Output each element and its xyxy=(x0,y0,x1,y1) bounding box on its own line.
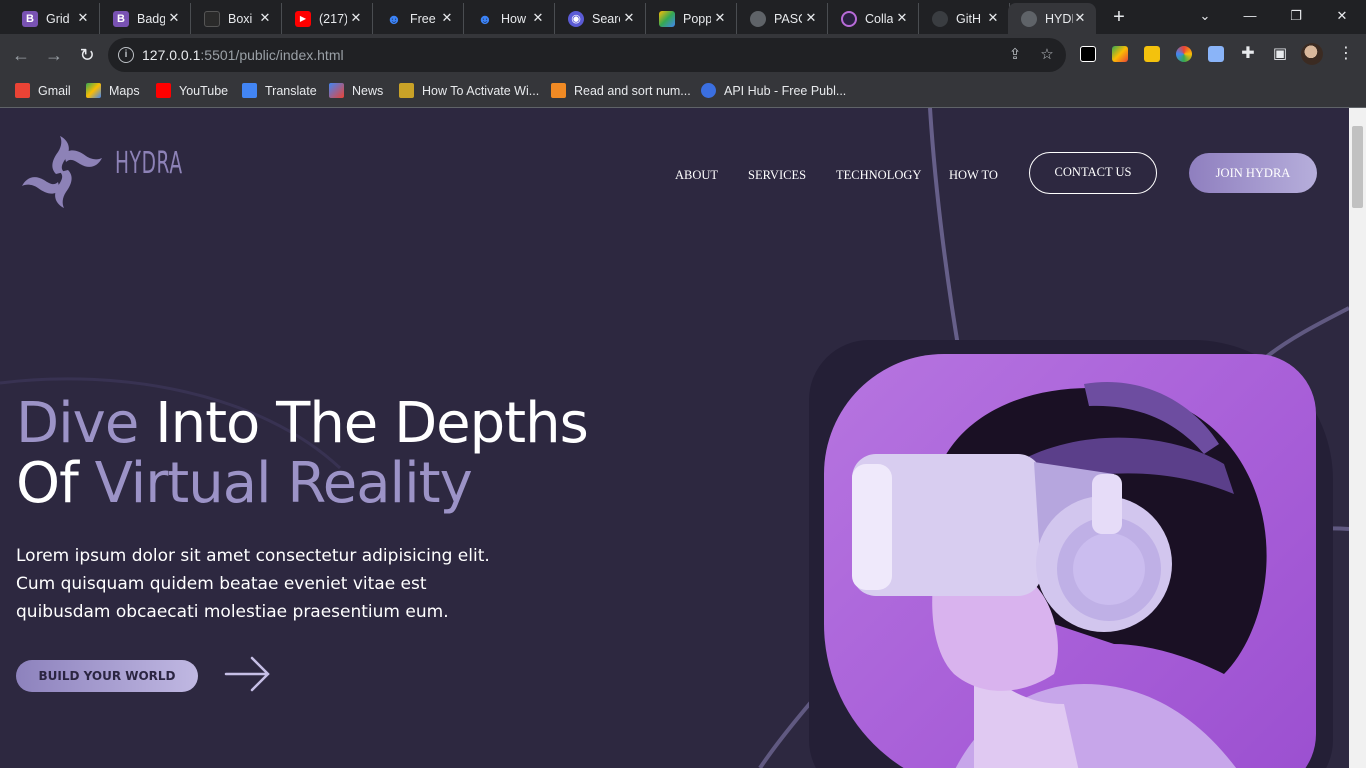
site-info-icon[interactable]: i xyxy=(118,47,134,63)
extension-icon[interactable] xyxy=(1144,46,1160,62)
close-tab-icon[interactable]: ✕ xyxy=(439,10,455,26)
bookmark-maps[interactable]: Maps xyxy=(86,83,140,98)
logo-text[interactable]: HYDRA xyxy=(115,146,183,181)
new-tab-button[interactable]: + xyxy=(1108,6,1130,28)
minimize-button[interactable]: — xyxy=(1240,6,1260,26)
browser-tab[interactable]: Boxi ✕ xyxy=(191,3,282,34)
forward-icon[interactable]: → xyxy=(43,44,65,66)
browser-toolbar: ← → ↻ i 127.0.0.1:5501/public/index.html… xyxy=(0,34,1366,76)
close-tab-icon[interactable]: ✕ xyxy=(348,10,364,26)
menu-kebab-icon[interactable]: ⋮ xyxy=(1336,44,1356,64)
bookmark-star-icon[interactable]: ☆ xyxy=(1038,46,1056,64)
skull-icon: ☻ xyxy=(477,10,493,27)
bookmark-news[interactable]: News xyxy=(329,83,383,98)
browser-tab[interactable]: B Badg ✕ xyxy=(100,3,191,34)
browser-tab[interactable]: Colla ✕ xyxy=(828,3,919,34)
bookmark-youtube[interactable]: YouTube xyxy=(156,83,228,98)
profile-avatar[interactable] xyxy=(1301,43,1323,65)
browser-tab[interactable]: ☻ Free ✕ xyxy=(373,3,464,34)
api-hub-icon xyxy=(701,83,716,98)
close-tab-icon[interactable]: ✕ xyxy=(1072,10,1088,26)
browser-tab[interactable]: PASC ✕ xyxy=(737,3,828,34)
close-tab-icon[interactable]: ✕ xyxy=(257,10,273,26)
bookmark-item[interactable]: Read and sort num... xyxy=(551,83,691,98)
bookmark-translate[interactable]: Translate xyxy=(242,83,317,98)
skull-icon: ☻ xyxy=(386,10,402,27)
youtube-icon: ▶ xyxy=(295,10,311,27)
browser-tab[interactable]: ◉ Searc ✕ xyxy=(555,3,646,34)
hero-description: Lorem ipsum dolor sit amet consectetur a… xyxy=(16,546,490,622)
google-drive-icon xyxy=(659,10,675,27)
page-icon xyxy=(399,83,414,98)
restore-button[interactable]: ❐ xyxy=(1286,6,1306,26)
globe-icon xyxy=(750,10,766,27)
extension-icon[interactable] xyxy=(1080,46,1096,62)
extensions-puzzle-icon[interactable]: ✚ xyxy=(1237,43,1259,65)
scrollbar-thumb[interactable] xyxy=(1352,126,1363,208)
vr-illustration xyxy=(852,382,1267,768)
close-tab-icon[interactable]: ✕ xyxy=(985,10,1001,26)
bookmarks-bar: Gmail Maps YouTube Translate News How To… xyxy=(0,76,1366,108)
browser-tab[interactable]: GitH ✕ xyxy=(919,3,1010,34)
news-icon xyxy=(329,83,344,98)
bootstrap-icon: B xyxy=(113,10,129,27)
page-scrollbar[interactable] xyxy=(1349,108,1366,768)
hero-title: Dive Into The Depths Of Virtual Reality xyxy=(16,391,589,516)
vr-headset-person-image xyxy=(824,354,1316,768)
nav-about[interactable]: ABOUT xyxy=(675,168,718,183)
globe-icon xyxy=(1021,10,1037,27)
codepen-icon xyxy=(204,10,220,27)
page-viewport: HYDRA ABOUT SERVICES TECHNOLOGY HOW TO C… xyxy=(0,108,1349,768)
maps-icon xyxy=(86,83,101,98)
search-app-icon: ◉ xyxy=(568,10,584,27)
close-window-button[interactable]: ✕ xyxy=(1332,6,1352,26)
gmail-icon xyxy=(15,83,30,98)
close-tab-icon[interactable]: ✕ xyxy=(803,10,819,26)
translate-icon xyxy=(242,83,257,98)
close-tab-icon[interactable]: ✕ xyxy=(166,10,182,26)
close-tab-icon[interactable]: ✕ xyxy=(712,10,728,26)
nav-how-to[interactable]: HOW TO xyxy=(949,168,998,183)
contact-us-button[interactable]: CONTACT US xyxy=(1029,152,1157,194)
browser-tab[interactable]: B Grid ✕ xyxy=(9,3,100,34)
arrow-right-icon[interactable] xyxy=(224,654,272,694)
bookmark-gmail[interactable]: Gmail xyxy=(15,83,71,98)
reload-icon[interactable]: ↻ xyxy=(76,44,98,66)
browser-tab[interactable]: Popp ✕ xyxy=(646,3,737,34)
collab-icon xyxy=(841,10,857,27)
join-hydra-button[interactable]: JOIN HYDRA xyxy=(1189,153,1317,193)
side-panel-icon[interactable]: ▣ xyxy=(1269,43,1291,65)
tab-strip: B Grid ✕ B Badg ✕ Boxi ✕ ▶ (217) ✕ ☻ Fre… xyxy=(0,0,1366,34)
extension-icon[interactable] xyxy=(1112,46,1128,62)
browser-tab-active[interactable]: HYDI ✕ xyxy=(1008,3,1096,34)
close-tab-icon[interactable]: ✕ xyxy=(75,10,91,26)
back-icon[interactable]: ← xyxy=(10,44,32,66)
browser-tab[interactable]: ▶ (217) ✕ xyxy=(282,3,373,34)
build-your-world-button[interactable]: BUILD YOUR WORLD xyxy=(16,660,198,692)
share-icon[interactable]: ⇪ xyxy=(1006,46,1024,64)
nav-technology[interactable]: TECHNOLOGY xyxy=(836,168,921,183)
bootstrap-icon: B xyxy=(22,10,38,27)
close-tab-icon[interactable]: ✕ xyxy=(621,10,637,26)
url-text[interactable]: 127.0.0.1:5501/public/index.html xyxy=(142,47,344,63)
extension-icon[interactable] xyxy=(1176,46,1192,62)
bookmark-item[interactable]: API Hub - Free Publ... xyxy=(701,83,846,98)
browser-tab[interactable]: ☻ How ✕ xyxy=(464,3,555,34)
page-icon xyxy=(551,83,566,98)
bookmark-item[interactable]: How To Activate Wi... xyxy=(399,83,539,98)
tab-search-icon[interactable]: ⌄ xyxy=(1195,6,1215,26)
nav-services[interactable]: SERVICES xyxy=(748,168,806,183)
address-bar[interactable]: i 127.0.0.1:5501/public/index.html ⇪ ☆ xyxy=(108,38,1066,72)
youtube-icon xyxy=(156,83,171,98)
github-icon xyxy=(932,10,948,27)
close-tab-icon[interactable]: ✕ xyxy=(530,10,546,26)
close-tab-icon[interactable]: ✕ xyxy=(894,10,910,26)
extension-icon[interactable] xyxy=(1208,46,1224,62)
